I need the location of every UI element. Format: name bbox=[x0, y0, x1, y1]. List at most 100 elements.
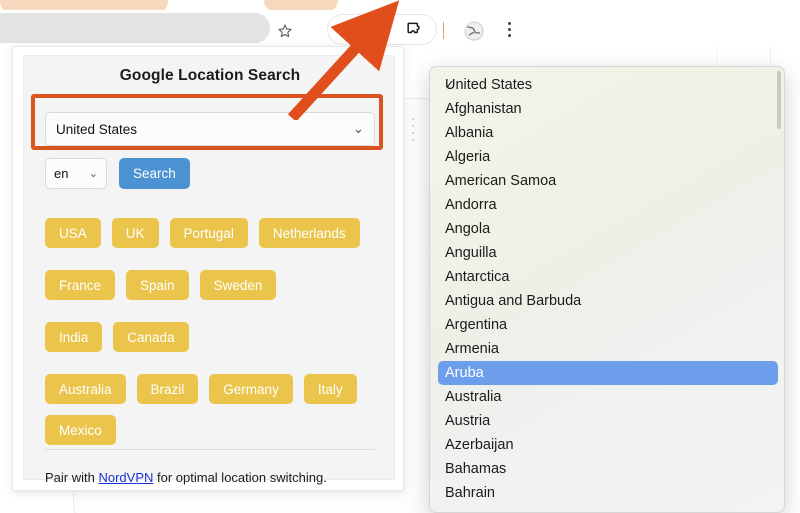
check-icon-placeholder: ✓ bbox=[430, 317, 445, 333]
dropdown-option[interactable]: ✓Algeria bbox=[430, 145, 784, 169]
country-chip[interactable]: Italy bbox=[303, 374, 357, 404]
address-bar[interactable] bbox=[0, 13, 270, 43]
dropdown-option-label: Argentina bbox=[445, 317, 508, 333]
bookmark-star-icon[interactable] bbox=[277, 23, 293, 39]
check-icon-placeholder: ✓ bbox=[430, 125, 445, 141]
dropdown-option-label: American Samoa bbox=[445, 173, 557, 189]
dropdown-option-label: Antigua and Barbuda bbox=[445, 293, 582, 309]
dropdown-option[interactable]: ✓ United States bbox=[430, 73, 784, 97]
dropdown-option-label: Algeria bbox=[445, 149, 491, 165]
search-button[interactable]: Search bbox=[119, 158, 190, 189]
google-location-search-extension-icon bbox=[365, 20, 384, 39]
search-row: en ⌄ Search bbox=[45, 158, 190, 189]
country-chip[interactable]: France bbox=[45, 270, 116, 300]
chevron-down-icon: ⌄ bbox=[88, 168, 98, 180]
country-select[interactable]: United States ⌄ bbox=[45, 112, 375, 146]
quick-country-chips: USA UK Portugal Netherlands France Spain Swede… bbox=[45, 218, 385, 445]
footer-divider bbox=[45, 449, 375, 450]
check-icon-placeholder: ✓ bbox=[430, 149, 445, 165]
chevron-down-icon: ⌄ bbox=[352, 121, 364, 136]
dropdown-option-label: Antarctica bbox=[445, 269, 510, 285]
popup-body: Google Location Search United States ⌄ e… bbox=[23, 55, 395, 485]
dropdown-option[interactable]: ✓Bahrain bbox=[430, 481, 784, 505]
check-icon: ✓ bbox=[444, 77, 455, 92]
country-chip[interactable]: Australia bbox=[45, 374, 126, 404]
country-chip[interactable]: USA bbox=[45, 218, 101, 248]
country-chip[interactable]: Netherlands bbox=[258, 218, 360, 248]
page-decoration-dots bbox=[412, 118, 415, 144]
check-icon-placeholder: ✓ bbox=[430, 341, 445, 357]
dropdown-option[interactable]: ✓Albania bbox=[430, 121, 784, 145]
profile-avatar-icon[interactable] bbox=[464, 21, 484, 41]
country-chip[interactable]: India bbox=[45, 322, 103, 352]
magnifier-icon bbox=[369, 23, 377, 31]
check-icon-placeholder: ✓ bbox=[430, 365, 445, 381]
toolbar-divider bbox=[443, 22, 444, 39]
chrome-three-dot-menu-icon[interactable] bbox=[507, 22, 511, 40]
dropdown-option[interactable]: ✓Armenia bbox=[430, 337, 784, 361]
promo-prefix: Pair with bbox=[45, 470, 99, 485]
dropdown-option-label: Austria bbox=[445, 413, 491, 429]
browser-toolbar bbox=[0, 10, 800, 46]
country-chip[interactable]: Portugal bbox=[169, 218, 248, 248]
extension-toolbar-icon[interactable] bbox=[361, 16, 388, 43]
country-dropdown-list: ✓United States✓Afghanistan✓Albania✓Alger… bbox=[430, 73, 784, 505]
check-icon-placeholder: ✓ bbox=[430, 461, 445, 477]
check-icon-placeholder: ✓ bbox=[430, 245, 445, 261]
dropdown-option-label: United States bbox=[445, 77, 533, 93]
nordvpn-link[interactable]: NordVPN bbox=[98, 470, 153, 485]
country-chip[interactable]: Mexico bbox=[45, 415, 116, 445]
dropdown-option[interactable]: ✓Austria bbox=[430, 409, 784, 433]
country-dropdown-menu[interactable]: ✓United States✓Afghanistan✓Albania✓Alger… bbox=[429, 66, 785, 513]
nordvpn-promo-text: Pair with NordVPN for optimal location s… bbox=[45, 470, 327, 485]
extensions-puzzle-icon[interactable] bbox=[404, 20, 424, 40]
dropdown-option[interactable]: ✓Angola bbox=[430, 217, 784, 241]
dropdown-option[interactable]: ✓Afghanistan bbox=[430, 97, 784, 121]
country-chip[interactable]: Canada bbox=[113, 322, 189, 352]
dropdown-option[interactable]: ✓Aruba bbox=[438, 361, 778, 385]
dropdown-option[interactable]: ✓Antigua and Barbuda bbox=[430, 289, 784, 313]
dropdown-scrollbar[interactable] bbox=[777, 71, 781, 129]
dropdown-option-label: Andorra bbox=[445, 197, 497, 213]
dropdown-option[interactable]: ✓Australia bbox=[430, 385, 784, 409]
check-icon-placeholder: ✓ bbox=[430, 413, 445, 429]
browser-window: ‹ Google Location Search United States ⌄… bbox=[0, 0, 800, 513]
country-chip[interactable]: Germany bbox=[209, 374, 293, 404]
promo-suffix: for optimal location switching. bbox=[153, 470, 327, 485]
dropdown-option-label: Aruba bbox=[445, 365, 484, 381]
dropdown-option[interactable]: ✓Argentina bbox=[430, 313, 784, 337]
dropdown-option-label: Azerbaijan bbox=[445, 437, 514, 453]
dropdown-option-label: Albania bbox=[445, 125, 494, 141]
dropdown-option-label: Bahrain bbox=[445, 485, 495, 501]
dropdown-option-label: Bahamas bbox=[445, 461, 507, 477]
check-icon-placeholder: ✓ bbox=[430, 485, 445, 501]
dropdown-option-label: Armenia bbox=[445, 341, 499, 357]
check-icon-placeholder: ✓ bbox=[430, 197, 445, 213]
language-select[interactable]: en ⌄ bbox=[45, 158, 107, 189]
country-chip[interactable]: Spain bbox=[126, 270, 189, 300]
dropdown-option[interactable]: ✓Bahamas bbox=[430, 457, 784, 481]
dropdown-option-label: Angola bbox=[445, 221, 491, 237]
check-icon-placeholder: ✓ bbox=[430, 437, 445, 453]
country-chip[interactable]: Brazil bbox=[136, 374, 199, 404]
dropdown-option[interactable]: ✓Azerbaijan bbox=[430, 433, 784, 457]
dropdown-option-label: Afghanistan bbox=[445, 101, 522, 117]
page-title: Google Location Search bbox=[119, 67, 301, 84]
dropdown-option[interactable]: ✓Andorra bbox=[430, 193, 784, 217]
dropdown-option[interactable]: ✓American Samoa bbox=[430, 169, 784, 193]
country-chip[interactable]: Sweden bbox=[199, 270, 277, 300]
dropdown-option-label: Anguilla bbox=[445, 245, 497, 261]
check-icon-placeholder: ✓ bbox=[430, 293, 445, 309]
check-icon-placeholder: ✓ bbox=[430, 101, 445, 117]
check-icon-placeholder: ✓ bbox=[430, 389, 445, 405]
dropdown-option[interactable]: ✓Anguilla bbox=[430, 241, 784, 265]
extension-popup: Google Location Search United States ⌄ e… bbox=[12, 46, 404, 491]
dropdown-option-label: Australia bbox=[445, 389, 502, 405]
check-icon-placeholder: ✓ bbox=[430, 173, 445, 189]
country-chip[interactable]: UK bbox=[111, 218, 159, 248]
language-select-value: en bbox=[54, 166, 69, 181]
country-select-value: United States bbox=[56, 121, 138, 137]
dropdown-option[interactable]: ✓Antarctica bbox=[430, 265, 784, 289]
check-icon-placeholder: ✓ bbox=[430, 221, 445, 237]
tab-strip bbox=[0, 0, 800, 12]
